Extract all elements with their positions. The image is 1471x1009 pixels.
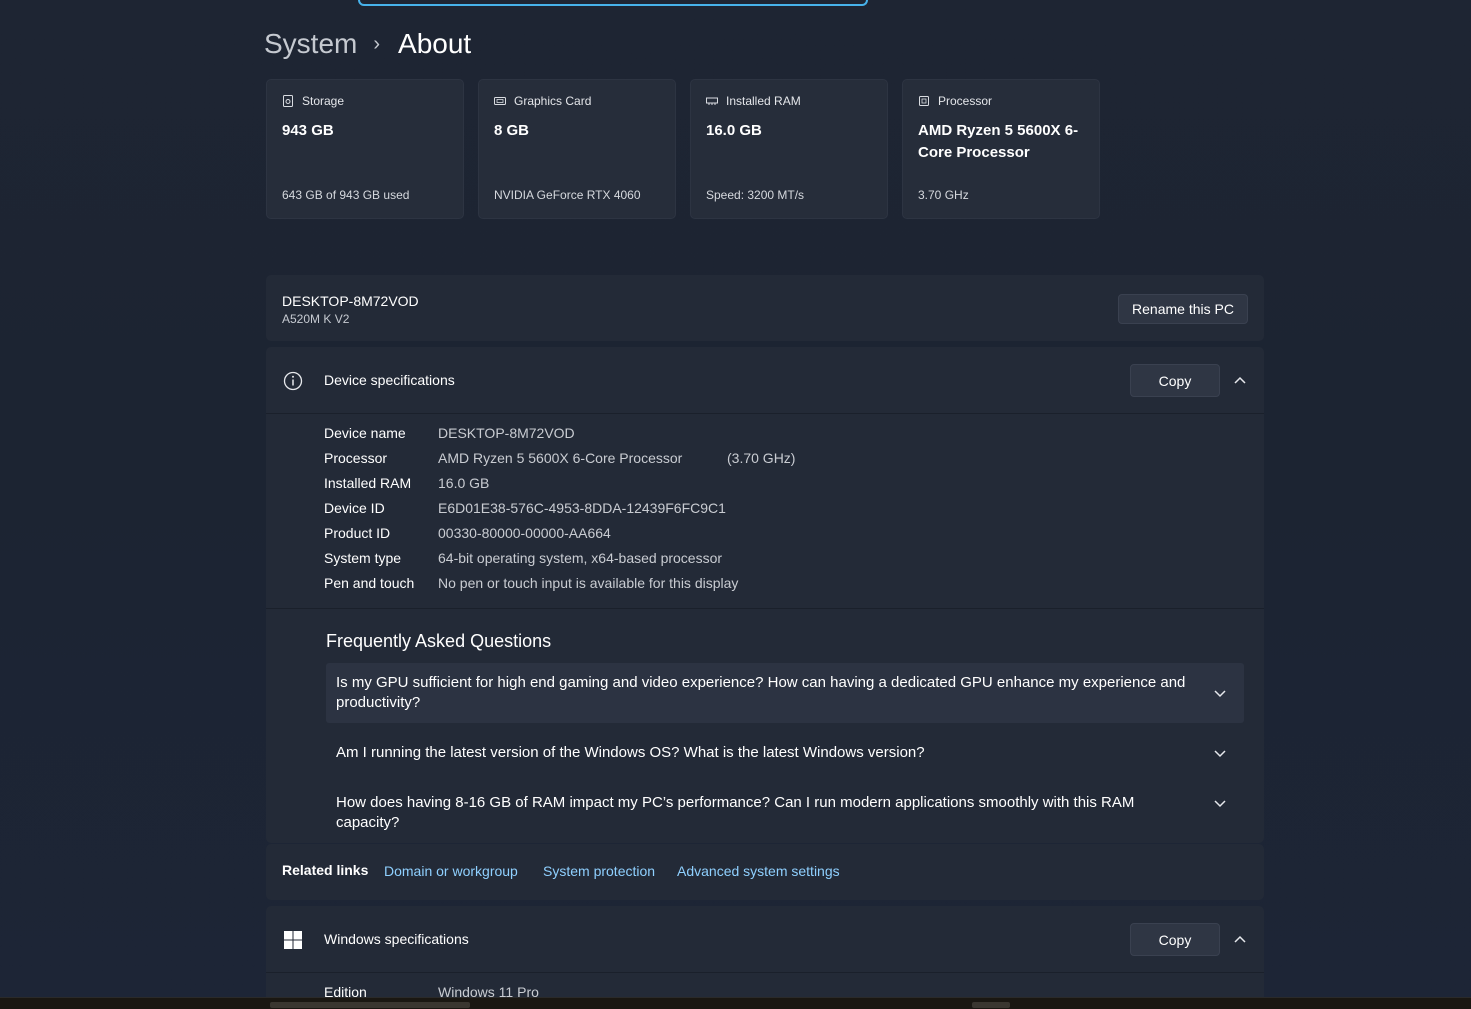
storage-icon (283, 95, 293, 107)
spec-value: DESKTOP-8M72VOD (438, 425, 575, 441)
spec-label: Device name (324, 425, 406, 441)
faq-question: How does having 8-16 GB of RAM impact my… (336, 794, 1135, 831)
info-icon (283, 371, 303, 391)
graphics-card-label: Graphics Card (514, 94, 592, 108)
faq-item[interactable]: Is my GPU sufficient for high end gaming… (326, 663, 1244, 723)
windows-specifications-title: Windows specifications (324, 931, 469, 947)
graphics-card-icon (494, 97, 506, 105)
taskbar-item[interactable] (270, 1002, 470, 1008)
chevron-up-icon[interactable] (1232, 373, 1248, 387)
breadcrumb: System › About (264, 24, 471, 64)
faq-item[interactable]: Am I running the latest version of the W… (326, 743, 1244, 765)
page-title: About (398, 28, 472, 59)
divider (266, 608, 1264, 609)
ram-card[interactable]: Installed RAM 16.0 GB Speed: 3200 MT/s (690, 79, 888, 219)
advanced-system-settings-link[interactable]: Advanced system settings (677, 863, 840, 879)
device-specifications-header[interactable]: Device specifications Copy (266, 347, 1264, 414)
system-protection-link[interactable]: System protection (543, 863, 655, 879)
spec-label: System type (324, 550, 402, 566)
graphics-card-card[interactable]: Graphics Card 8 GB NVIDIA GeForce RTX 40… (478, 79, 676, 219)
ram-speed: Speed: 3200 MT/s (706, 188, 805, 202)
spec-label: Processor (324, 450, 388, 466)
spec-value: AMD Ryzen 5 5600X 6-Core Processor (438, 450, 683, 466)
spec-processor-speed: (3.70 GHz) (727, 450, 796, 466)
processor-speed: 3.70 GHz (918, 188, 969, 202)
spec-label: Device ID (324, 500, 385, 516)
storage-card[interactable]: Storage 943 GB 643 GB of 943 GB used (266, 79, 464, 219)
ram-label: Installed RAM (726, 94, 801, 108)
pc-model: A520M K V2 (282, 312, 350, 326)
windows-logo-icon (284, 931, 302, 949)
chevron-down-icon[interactable] (1213, 748, 1227, 758)
pc-name-panel: DESKTOP-8M72VOD A520M K V2 Rename this P… (266, 275, 1264, 341)
chevron-up-icon[interactable] (1232, 932, 1248, 946)
copy-windows-specs-button[interactable]: Copy (1130, 923, 1220, 956)
chevron-down-icon[interactable] (1213, 798, 1227, 808)
chevron-down-icon[interactable] (1213, 688, 1227, 698)
rename-pc-button[interactable]: Rename this PC (1118, 294, 1248, 324)
ram-value: 16.0 GB (706, 122, 762, 139)
faq-item[interactable]: How does having 8-16 GB of RAM impact my… (326, 793, 1244, 831)
spec-value: No pen or touch input is available for t… (438, 575, 739, 591)
spec-value: 00330-80000-00000-AA664 (438, 525, 611, 541)
faq-title: Frequently Asked Questions (326, 631, 552, 651)
taskbar-item[interactable] (972, 1002, 1010, 1008)
taskbar-edge (0, 997, 1471, 1009)
windows-specifications-header[interactable]: Windows specifications Copy (266, 906, 1264, 973)
processor-card[interactable]: Processor AMD Ryzen 5 5600X 6-Core Proce… (902, 79, 1100, 219)
breadcrumb-chevron-icon: › (373, 32, 381, 55)
processor-value: AMD Ryzen 5 5600X 6-Core Processor (918, 122, 1079, 161)
search-box-edge[interactable] (358, 0, 868, 6)
faq-question: Am I running the latest version of the W… (336, 744, 925, 761)
storage-label: Storage (302, 94, 345, 108)
spec-value: 16.0 GB (438, 475, 490, 491)
pc-name: DESKTOP-8M72VOD (282, 293, 419, 309)
spec-label: Pen and touch (324, 575, 415, 591)
spec-label: Product ID (324, 525, 391, 541)
spec-label: Installed RAM (324, 475, 412, 491)
storage-usage: 643 GB of 943 GB used (282, 188, 410, 202)
windows-specifications-panel: Windows specifications Copy Edition Wind… (266, 906, 1264, 1008)
graphics-card-value: 8 GB (494, 122, 530, 139)
processor-icon (919, 96, 929, 106)
graphics-card-model: NVIDIA GeForce RTX 4060 (494, 188, 641, 202)
spec-value: E6D01E38-576C-4953-8DDA-12439F6FC9C1 (438, 500, 726, 516)
breadcrumb-system[interactable]: System (264, 28, 357, 60)
storage-value: 943 GB (282, 122, 334, 139)
faq-question: Is my GPU sufficient for high end gaming… (336, 674, 1186, 711)
related-links-panel: Related links Domain or workgroup System… (266, 844, 1264, 900)
spec-value: 64-bit operating system, x64-based proce… (438, 550, 723, 566)
domain-or-workgroup-link[interactable]: Domain or workgroup (384, 863, 518, 879)
processor-label: Processor (938, 94, 993, 108)
copy-device-specs-button[interactable]: Copy (1130, 364, 1220, 397)
device-specifications-panel: Device specifications Copy Device name D… (266, 347, 1264, 843)
device-specifications-title: Device specifications (324, 372, 455, 388)
ram-icon (706, 97, 718, 105)
related-links-label: Related links (282, 862, 369, 878)
